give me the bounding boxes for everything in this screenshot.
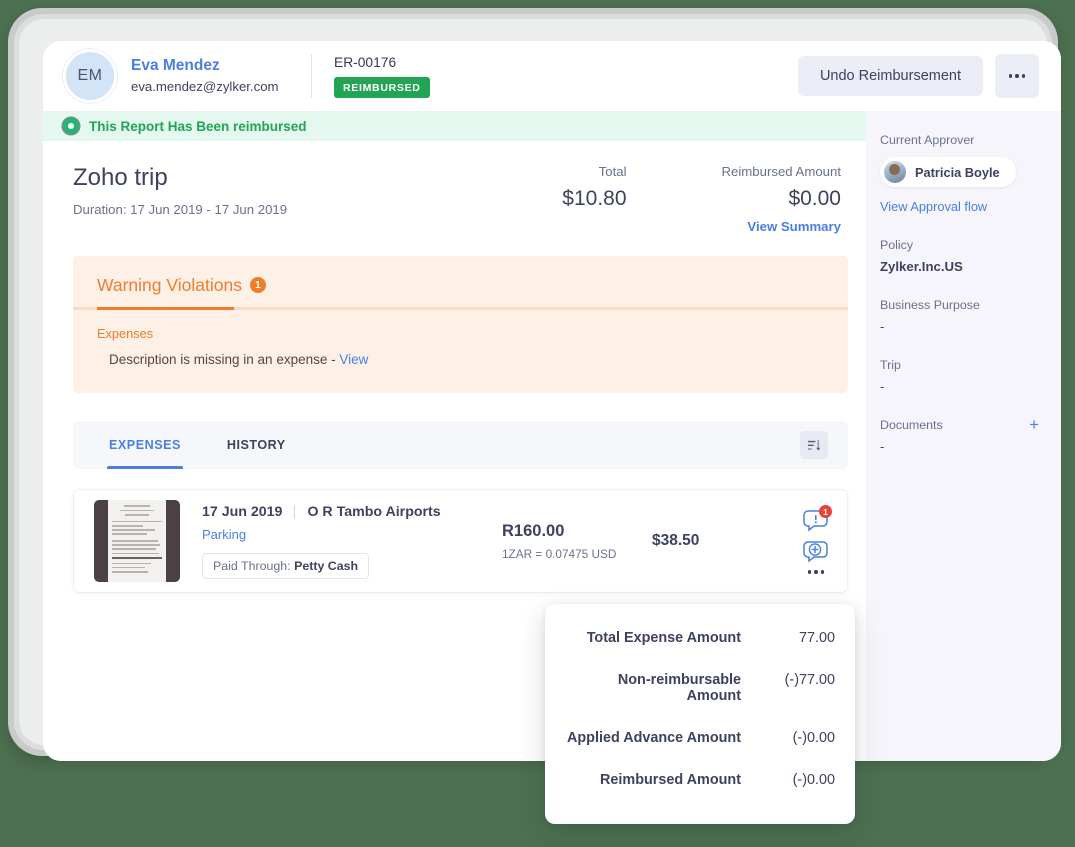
summary-row-value: (-)0.00 — [757, 772, 835, 788]
sort-button[interactable] — [800, 431, 828, 459]
reimbursed-amount-block: Reimbursed Amount $0.00 View Summary — [722, 163, 841, 234]
warning-violations-title: Warning Violations — [97, 274, 242, 296]
summary-popup: Total Expense Amount 77.00 Non-reimbursa… — [545, 604, 855, 824]
policy-value: Zylker.Inc.US — [880, 259, 1041, 274]
warning-violations-header: Warning Violations 1 — [73, 274, 848, 296]
expense-date: 17 Jun 2019 — [202, 504, 282, 520]
summary-row-label: Applied Advance Amount — [565, 730, 757, 746]
add-comment-button[interactable] — [803, 539, 829, 563]
expense-actions: 1 — [803, 508, 829, 574]
sort-icon — [807, 438, 822, 453]
receipt-thumbnail[interactable] — [94, 500, 180, 582]
expense-converted-amount: $38.50 — [652, 532, 772, 550]
check-circle-icon — [63, 118, 79, 134]
summary-row: Total Expense Amount 77.00 — [565, 630, 835, 646]
violation-item: Description is missing in an expense - V… — [73, 341, 848, 367]
violation-section-label: Expenses — [73, 310, 848, 341]
summary-row-label: Non-reimbursable Amount — [565, 672, 757, 704]
policy-label: Policy — [880, 238, 1041, 252]
reimbursed-amount-value: $0.00 — [722, 186, 841, 212]
tab-expenses[interactable]: EXPENSES — [97, 421, 193, 469]
report-identity: ER-00176 REIMBURSED — [334, 54, 430, 98]
ellipsis-icon — [1009, 74, 1026, 78]
approver-name: Patricia Boyle — [915, 165, 1000, 180]
warning-violations-underline — [73, 307, 848, 310]
trip-label: Trip — [880, 358, 1041, 372]
documents-header: Documents + — [880, 418, 1041, 432]
report-duration: Duration: 17 Jun 2019 - 17 Jun 2019 — [73, 202, 287, 217]
undo-reimbursement-button[interactable]: Undo Reimbursement — [798, 56, 983, 96]
total-value: $10.80 — [562, 186, 626, 212]
trip-value: - — [880, 379, 1041, 394]
app-header: EM Eva Mendez eva.mendez@zylker.com ER-0… — [43, 41, 1061, 111]
warning-violations-card: Warning Violations 1 Expenses Descriptio… — [73, 256, 848, 393]
user-email: eva.mendez@zylker.com — [131, 77, 291, 96]
approver-chip[interactable]: Patricia Boyle — [880, 157, 1016, 187]
status-banner: This Report Has Been reimbursed — [43, 111, 866, 141]
summary-row-value: (-)0.00 — [757, 730, 835, 746]
receipt-image — [108, 500, 166, 582]
policy-group: Policy Zylker.Inc.US — [880, 238, 1041, 274]
expense-merchant: O R Tambo Airports — [307, 504, 440, 520]
warning-violations-count-badge: 1 — [250, 277, 266, 293]
expense-list-item[interactable]: 17 Jun 2019 O R Tambo Airports Parking P… — [73, 489, 848, 593]
paid-through-label: Paid Through: — [213, 559, 294, 573]
add-document-button[interactable]: + — [1027, 419, 1041, 431]
user-block: Eva Mendez eva.mendez@zylker.com — [131, 56, 311, 96]
tab-bar: EXPENSES HISTORY — [73, 421, 848, 469]
user-avatar: EM — [63, 49, 117, 103]
summary-row-value: 77.00 — [757, 630, 835, 646]
documents-label: Documents — [880, 418, 943, 432]
comment-warning-button[interactable]: 1 — [803, 508, 829, 532]
expense-category[interactable]: Parking — [202, 527, 502, 542]
business-purpose-group: Business Purpose - — [880, 298, 1041, 334]
summary-row: Non-reimbursable Amount (-)77.00 — [565, 672, 835, 704]
user-name[interactable]: Eva Mendez — [131, 56, 291, 76]
comment-add-icon — [803, 539, 829, 563]
business-purpose-label: Business Purpose — [880, 298, 1041, 312]
reimbursed-amount-label: Reimbursed Amount — [722, 163, 841, 180]
summary-row-value: (-)77.00 — [757, 672, 835, 688]
details-sidebar: Current Approver Patricia Boyle View App… — [866, 111, 1061, 761]
total-label: Total — [562, 163, 626, 180]
status-badge: REIMBURSED — [334, 77, 430, 98]
device-bezel: EM Eva Mendez eva.mendez@zylker.com ER-0… — [8, 8, 1058, 756]
expense-primary-line: 17 Jun 2019 O R Tambo Airports — [202, 504, 502, 520]
expense-separator — [294, 505, 295, 519]
documents-value: - — [880, 439, 1041, 454]
expense-exchange-rate: 1ZAR = 0.07475 USD — [502, 547, 652, 561]
status-banner-text: This Report Has Been reimbursed — [89, 119, 307, 134]
report-summary-row: Zoho trip Duration: 17 Jun 2019 - 17 Jun… — [43, 141, 866, 234]
expense-details: 17 Jun 2019 O R Tambo Airports Parking P… — [202, 504, 502, 579]
expense-amount-block: R160.00 1ZAR = 0.07475 USD — [502, 522, 652, 561]
view-approval-flow-link[interactable]: View Approval flow — [880, 199, 1041, 214]
current-approver-label: Current Approver — [880, 133, 1041, 147]
summary-row-label: Total Expense Amount — [565, 630, 757, 646]
paid-through-chip: Paid Through: Petty Cash — [202, 553, 369, 579]
paid-through-value: Petty Cash — [294, 559, 358, 573]
more-options-button[interactable] — [995, 54, 1039, 98]
summary-row: Applied Advance Amount (-)0.00 — [565, 730, 835, 746]
header-divider — [311, 54, 312, 98]
violation-view-link[interactable]: View — [339, 352, 368, 367]
summary-row: Reimbursed Amount (-)0.00 — [565, 772, 835, 788]
trip-group: Trip - — [880, 358, 1041, 394]
documents-group: Documents + - — [880, 418, 1041, 454]
page-title: Zoho trip — [73, 163, 287, 193]
violation-item-text: Description is missing in an expense - — [109, 352, 339, 367]
tab-history[interactable]: HISTORY — [215, 421, 298, 469]
report-number: ER-00176 — [334, 54, 430, 71]
expense-amount: R160.00 — [502, 522, 652, 541]
view-summary-link[interactable]: View Summary — [722, 219, 841, 234]
report-title-block: Zoho trip Duration: 17 Jun 2019 - 17 Jun… — [73, 163, 287, 217]
total-amount-block: Total $10.80 — [562, 163, 626, 212]
approver-avatar — [884, 161, 906, 183]
device-bezel-inner-2: EM Eva Mendez eva.mendez@zylker.com ER-0… — [19, 19, 1047, 745]
summary-row-label: Reimbursed Amount — [565, 772, 757, 788]
device-bezel-inner: EM Eva Mendez eva.mendez@zylker.com ER-0… — [14, 14, 1052, 750]
expense-more-button[interactable] — [808, 570, 825, 574]
business-purpose-value: - — [880, 319, 1041, 334]
comment-count-badge: 1 — [819, 505, 832, 518]
